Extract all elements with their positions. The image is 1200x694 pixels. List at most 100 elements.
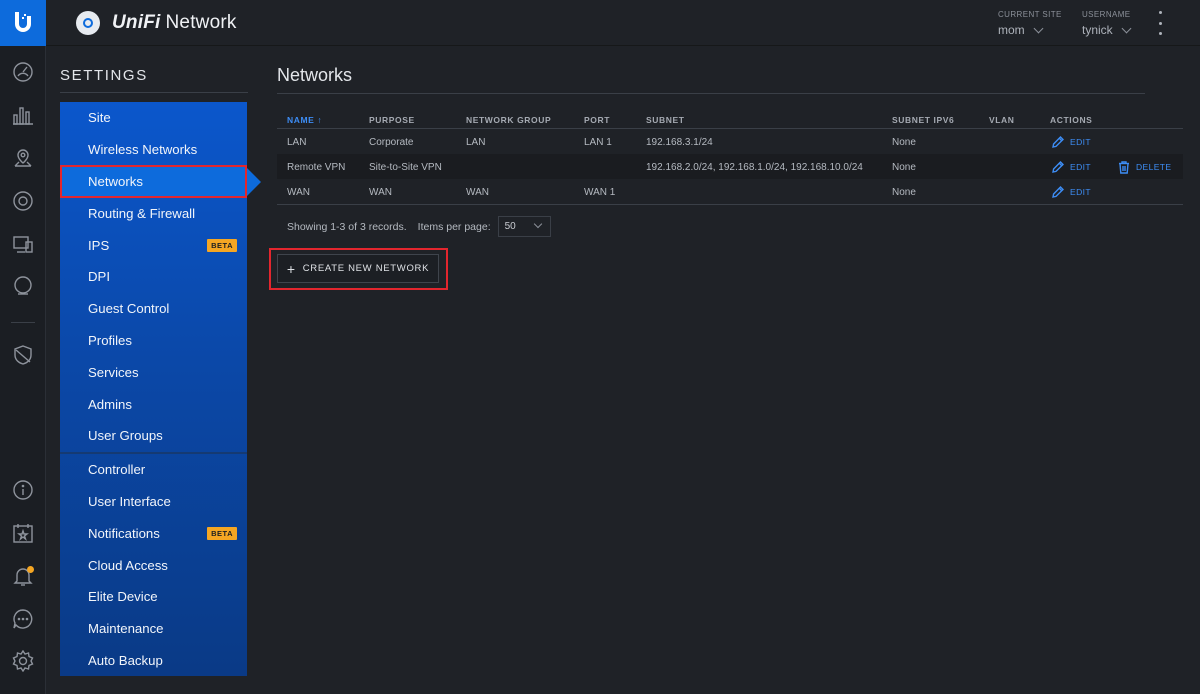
cell-purpose: Site-to-Site VPN — [369, 162, 442, 173]
brand[interactable]: UniFi Network — [76, 11, 237, 35]
info-icon[interactable] — [10, 477, 36, 503]
sidebar-item-admins[interactable]: Admins — [60, 388, 247, 420]
sidebar-item-notifications[interactable]: Notifications BETA — [60, 517, 247, 549]
table-header: NAME ↑ PURPOSE NETWORK GROUP PORT SUBNET… — [277, 110, 1183, 129]
current-site-selector[interactable]: CURRENT SITE mom — [998, 10, 1062, 37]
col-subnet-ipv6-header[interactable]: SUBNET IPV6 — [892, 115, 954, 125]
brand-name: UniFi Network — [112, 12, 237, 33]
sidebar-item-ips[interactable]: IPS BETA — [60, 229, 247, 261]
edit-label: EDIT — [1070, 162, 1091, 172]
create-new-network-button[interactable]: + CREATE NEW NETWORK — [277, 254, 439, 283]
table-row: LAN Corporate LAN LAN 1 192.168.3.1/24 None ED… — [277, 129, 1183, 154]
current-site-value: mom — [998, 23, 1025, 37]
sidebar-item-label: Cloud Access — [88, 557, 168, 573]
sidebar-item-wireless-networks[interactable]: Wireless Networks — [60, 134, 247, 166]
col-port-header[interactable]: PORT — [584, 115, 610, 125]
sidebar-item-services[interactable]: Services — [60, 356, 247, 388]
icon-rail — [0, 0, 46, 694]
cell-group: WAN — [466, 187, 489, 198]
cell-name: Remote VPN — [287, 162, 346, 173]
insights-bulb-icon[interactable] — [10, 273, 36, 299]
sort-up-arrow-icon: ↑ — [317, 115, 323, 125]
settings-nav: Site Wireless Networks Networks Routing & F… — [60, 102, 261, 677]
sidebar-item-routing-and-firewall[interactable]: Routing & Firewall — [60, 197, 247, 229]
sidebar-item-user-interface[interactable]: User Interface — [60, 486, 247, 518]
items-per-page-value: 50 — [504, 221, 516, 232]
sidebar-item-cloud-access[interactable]: Cloud Access — [60, 549, 247, 581]
pagination: Showing 1-3 of 3 records. Items per page… — [287, 216, 551, 237]
username-value: tynick — [1082, 23, 1113, 37]
pencil-icon — [1051, 185, 1070, 199]
sidebar-item-guest-control[interactable]: Guest Control — [60, 293, 247, 325]
sidebar-item-label: Notifications — [88, 525, 160, 541]
col-vlan-header[interactable]: VLAN — [989, 115, 1015, 125]
cell-name: WAN — [287, 187, 310, 198]
sidebar-item-site[interactable]: Site — [60, 102, 247, 134]
edit-label: EDIT — [1070, 187, 1091, 197]
more-menu-icon[interactable] — [1157, 11, 1163, 35]
sidebar-item-auto-backup[interactable]: Auto Backup — [60, 645, 247, 677]
cell-ipv6: None — [892, 162, 916, 173]
ubiquiti-logo-icon[interactable] — [0, 0, 46, 46]
sidebar-item-label: Site — [88, 110, 111, 126]
dashboard-gauge-icon[interactable] — [10, 59, 36, 85]
divider — [277, 204, 1183, 205]
edit-button[interactable]: EDIT — [1051, 160, 1091, 174]
devices-circle-icon[interactable] — [10, 188, 36, 214]
sidebar-item-label: Elite Device — [88, 589, 158, 605]
sidebar-item-label: Services — [88, 364, 139, 380]
beta-badge: BETA — [207, 527, 237, 541]
sidebar-item-maintenance[interactable]: Maintenance — [60, 613, 247, 645]
divider — [277, 93, 1145, 94]
statistics-bars-icon[interactable] — [10, 102, 36, 128]
sidebar-item-label: Maintenance — [88, 621, 164, 637]
sidebar-item-controller[interactable]: Controller — [60, 454, 247, 486]
edit-button[interactable]: EDIT — [1051, 135, 1091, 149]
items-per-page-select[interactable]: 50 — [497, 216, 551, 237]
sidebar-item-label: Admins — [88, 396, 132, 412]
beta-badge: BETA — [207, 239, 237, 253]
chevron-down-icon — [1121, 23, 1132, 33]
col-name-header[interactable]: NAME ↑ — [287, 115, 322, 125]
edit-button[interactable]: EDIT — [1051, 185, 1091, 199]
create-new-network-label: CREATE NEW NETWORK — [302, 263, 430, 274]
sidebar-item-profiles[interactable]: Profiles — [60, 325, 247, 357]
col-actions-header: ACTIONS — [1050, 115, 1093, 125]
username-label: USERNAME — [1082, 10, 1131, 19]
cell-purpose: Corporate — [369, 137, 414, 148]
cell-ipv6: None — [892, 187, 916, 198]
settings-gear-icon[interactable] — [10, 648, 36, 674]
sidebar-item-elite-device[interactable]: Elite Device — [60, 581, 247, 613]
sidebar-item-label: Auto Backup — [88, 652, 163, 668]
sidebar-item-user-groups[interactable]: User Groups — [60, 420, 247, 452]
pencil-icon — [1051, 135, 1070, 149]
page-title: Networks — [277, 65, 353, 85]
col-purpose-header[interactable]: PURPOSE — [369, 115, 415, 125]
map-pin-icon[interactable] — [10, 145, 36, 171]
col-subnet-header[interactable]: SUBNET — [646, 115, 685, 125]
shield-icon[interactable] — [10, 342, 36, 368]
items-per-page-label: Items per page: — [417, 220, 491, 233]
unifi-logo-icon — [76, 11, 100, 35]
sidebar-item-dpi[interactable]: DPI — [60, 261, 247, 293]
cell-name: LAN — [287, 137, 307, 148]
chat-icon[interactable] — [10, 606, 36, 632]
clients-monitor-icon[interactable] — [10, 231, 36, 257]
events-calendar-icon[interactable] — [10, 520, 36, 546]
sidebar-item-label: Networks — [88, 173, 143, 189]
cell-group: LAN — [466, 137, 486, 148]
delete-button[interactable]: DELETE — [1117, 160, 1171, 174]
sidebar-item-label: Wireless Networks — [88, 142, 198, 158]
edit-label: EDIT — [1070, 137, 1091, 147]
username-selector[interactable]: USERNAME tynick — [1082, 10, 1132, 37]
sidebar-item-networks[interactable]: Networks — [60, 165, 261, 198]
sidebar-item-label: DPI — [88, 269, 110, 285]
top-bar: UniFi Network CURRENT SITE mom USERNAME t… — [46, 0, 1200, 46]
chevron-down-icon — [1033, 23, 1044, 33]
networks-table: NAME ↑ PURPOSE NETWORK GROUP PORT SUBNET… — [277, 110, 1183, 205]
col-network-group-header[interactable]: NETWORK GROUP — [466, 115, 551, 125]
sidebar-item-label: IPS — [88, 237, 110, 253]
table-row: Remote VPN Site-to-Site VPN 192.168.2.0/24… — [277, 154, 1183, 179]
delete-label: DELETE — [1136, 162, 1172, 172]
plus-icon: + — [286, 260, 296, 277]
